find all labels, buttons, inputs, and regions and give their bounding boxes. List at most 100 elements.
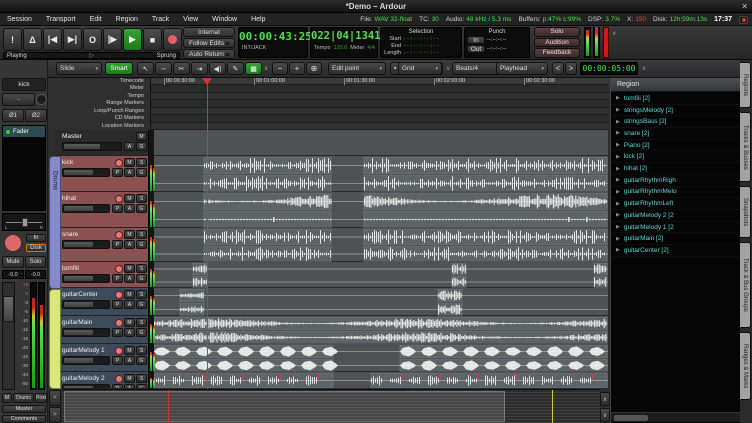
expand-triangle-icon[interactable]: ▶ <box>611 247 624 253</box>
track-p-button[interactable]: P <box>112 356 123 365</box>
region-list-header[interactable]: Region <box>611 78 741 92</box>
phase-invert-button-2[interactable]: Ø2 <box>25 109 47 122</box>
track-header-guitarcenter[interactable]: guitarCenterMSPAG <box>55 288 148 316</box>
record-enable-button[interactable] <box>115 319 123 327</box>
expand-triangle-icon[interactable]: ▶ <box>611 95 624 101</box>
region-list-hscrollbar-thumb[interactable] <box>614 415 648 421</box>
track-m-button[interactable]: M <box>124 264 135 273</box>
record-enable-button[interactable] <box>115 291 123 299</box>
track-g-button[interactable]: G <box>136 240 147 249</box>
draw-tool-button[interactable]: ✎ <box>227 62 244 75</box>
smart-mode-button[interactable]: Smart <box>105 62 133 75</box>
meter-options-chevron-icon[interactable]: ∨ <box>612 27 616 40</box>
track-lane-row-guitarmelody-1[interactable] <box>150 344 608 372</box>
region-list-item[interactable]: ▶guitarRhythmRigh <box>611 175 741 187</box>
mixer-bottom-m-button[interactable]: M <box>2 393 12 403</box>
grab-tool-button[interactable]: ↖ <box>137 62 154 75</box>
track-s-button[interactable]: S <box>136 230 147 239</box>
waveform-lane[interactable] <box>150 359 608 372</box>
summary-scroll-left-button[interactable]: < <box>49 390 61 406</box>
track-name[interactable]: guitarMelody 1 <box>62 347 114 354</box>
grid-combo[interactable]: Grid▾ <box>398 62 442 75</box>
record-enable-button[interactable] <box>115 159 123 167</box>
edit-mode-combo[interactable]: Slide▾ <box>56 62 102 75</box>
mixer-bottom-drums-button[interactable]: Drums <box>13 393 34 403</box>
ruler-lane-location-markers[interactable] <box>151 123 609 130</box>
pan-control[interactable]: LR <box>2 213 46 231</box>
shuttle-control[interactable]: Playing ▷ Sprung <box>3 52 180 59</box>
zoom-in-button[interactable]: + <box>289 62 305 75</box>
solo-button[interactable]: Solo <box>25 256 46 268</box>
nudge-clock[interactable]: 00:00:05:00 <box>580 62 638 75</box>
track-header-guitarmelody-2[interactable]: guitarMelody 2MSPAG <box>55 372 148 389</box>
track-header-tomfili[interactable]: tomfiliMSPAG <box>55 262 148 288</box>
nudge-forward-button[interactable]: > <box>565 62 577 75</box>
record-button[interactable] <box>163 28 182 51</box>
tool-options-chevron-icon[interactable]: ∨ <box>264 62 268 75</box>
track-g-button[interactable]: G <box>136 204 147 213</box>
region-list-item[interactable]: ▶tomfili [2] <box>611 93 741 105</box>
waveform-lane[interactable] <box>150 157 608 174</box>
track-lane-row-guitarmelody-2[interactable] <box>150 372 608 389</box>
waveform-lane[interactable] <box>150 303 608 316</box>
record-enable-button[interactable] <box>115 347 123 355</box>
track-lane-row-master[interactable] <box>150 130 608 156</box>
waveform-lane[interactable] <box>150 211 608 228</box>
expand-triangle-icon[interactable]: ▶ <box>611 119 624 125</box>
range-tool-button[interactable]: ↔ <box>155 62 172 75</box>
record-enable-button[interactable] <box>115 265 123 273</box>
track-header-guitarmain[interactable]: guitarMainMSPAG <box>55 316 148 344</box>
track-g-button[interactable]: G <box>136 300 147 309</box>
expand-triangle-icon[interactable]: ▶ <box>611 224 624 230</box>
track-header-kick[interactable]: kickMSPAG <box>55 156 148 192</box>
audition-button[interactable]: Audition <box>534 38 580 48</box>
track-lane-row-snare[interactable] <box>150 228 608 262</box>
record-enable-button[interactable] <box>4 234 22 252</box>
secondary-clock[interactable]: 022|04|1341 Tempo 120.0 Meter 4/4 <box>310 27 378 58</box>
menu-item-track[interactable]: Track <box>145 16 176 23</box>
region-list-item[interactable]: ▶guitarMelody 2 [2 <box>611 210 741 222</box>
processor-fader-row[interactable]: Fader <box>3 126 45 137</box>
track-name[interactable]: tomfili <box>62 265 114 272</box>
phase-invert-button-1[interactable]: Ø1 <box>2 109 24 122</box>
playhead-line[interactable] <box>207 78 208 389</box>
zoom-out-button[interactable]: − <box>272 62 288 75</box>
track-header-hihat[interactable]: hihatMSPAG <box>55 192 148 228</box>
feedback-button[interactable]: Feedback <box>534 48 580 58</box>
summary-view-window[interactable] <box>64 391 505 422</box>
track-s-button[interactable]: S <box>136 264 147 273</box>
waveform-lane[interactable] <box>150 263 608 275</box>
track-gain-slider[interactable] <box>62 274 110 283</box>
track-m-button[interactable]: M <box>124 318 135 327</box>
loop-button[interactable]: O <box>83 28 102 51</box>
region-list-item[interactable]: ▶stringsMelody [2] <box>611 105 741 117</box>
waveform-lane[interactable] <box>150 175 608 192</box>
ruler-lane-cd-markers[interactable] <box>151 115 609 122</box>
playhead-marker-icon[interactable] <box>202 78 212 85</box>
track-g-button[interactable]: G <box>136 356 147 365</box>
side-tab-ranges-marks[interactable]: Ranges & Marks <box>740 332 751 400</box>
waveform-lane[interactable] <box>150 276 608 288</box>
track-name[interactable]: guitarMelody 2 <box>62 375 114 382</box>
gain-display-left[interactable]: -0.0 <box>2 270 24 279</box>
waveform-lane[interactable] <box>150 373 608 388</box>
play-range-button[interactable]: |▶ <box>103 28 122 51</box>
track-g-button[interactable]: G <box>136 168 147 177</box>
region-list-item[interactable]: ▶stringsBass [2] <box>611 116 741 128</box>
track-gain-slider[interactable] <box>62 300 110 309</box>
track-header-snare[interactable]: snareMSPAG <box>55 228 148 262</box>
punch-out-button[interactable]: Out <box>467 45 485 53</box>
playhead-combo[interactable]: Playhead▾ <box>496 62 548 75</box>
expand-triangle-icon[interactable]: ▶ <box>611 142 624 148</box>
track-a-button[interactable]: A <box>124 168 135 177</box>
track-lane-row-guitarmain[interactable] <box>150 316 608 344</box>
waveform-lane[interactable] <box>150 331 608 344</box>
track-lane-row-hihat[interactable] <box>150 192 608 228</box>
track-lane-row-kick[interactable] <box>150 156 608 192</box>
track-header-master[interactable]: MasterMAG <box>55 130 148 156</box>
goto-start-button[interactable]: |◀ <box>43 28 62 51</box>
region-list-item[interactable]: ▶hihat [2] <box>611 163 741 175</box>
track-p-button[interactable]: P <box>112 274 123 283</box>
track-name[interactable]: hihat <box>62 195 114 202</box>
track-p-button[interactable]: P <box>112 240 123 249</box>
